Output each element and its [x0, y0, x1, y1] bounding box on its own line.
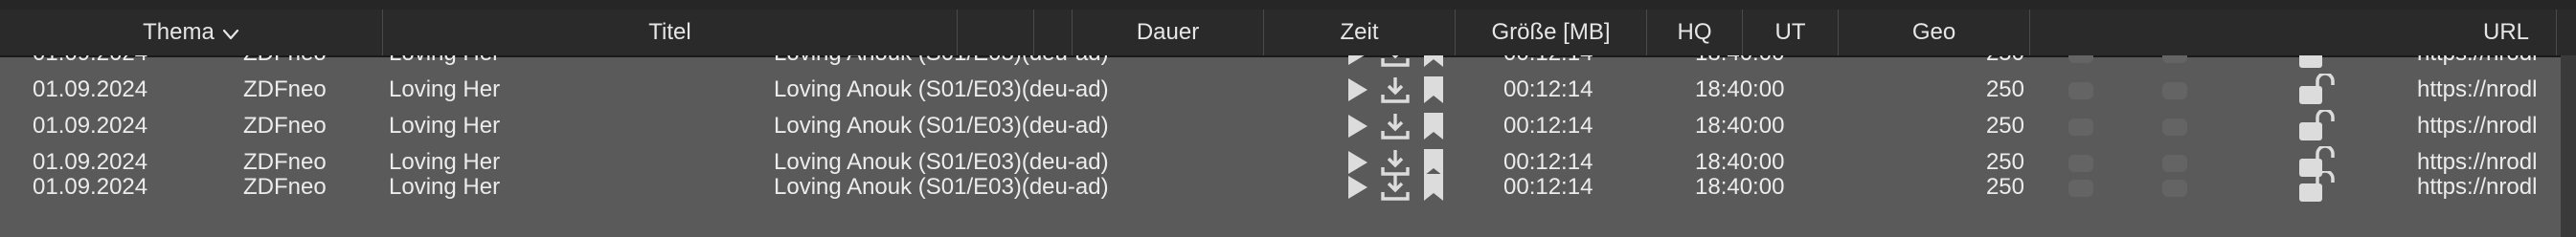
date-cell: 01.09.2024 [33, 174, 148, 200]
row-action-icons [1345, 172, 1453, 203]
titel-cell: Loving Anouk (S01/E03)(deu-ad) [774, 174, 1109, 200]
column-header-groesse-label: Größe [MB] [1491, 19, 1611, 45]
sender-cell: ZDFneo [243, 174, 327, 200]
sender-cell: ZDFneo [243, 113, 327, 139]
column-header-groesse[interactable]: Größe [MB] [1456, 10, 1647, 55]
thema-cell: Loving Her [389, 76, 501, 102]
lock-open-icon[interactable] [2296, 110, 2339, 142]
row-action-icons [1345, 55, 1453, 69]
play-icon[interactable] [1345, 75, 1370, 105]
bookmark-icon[interactable] [1422, 111, 1445, 141]
download-icon[interactable] [1380, 55, 1411, 69]
chevron-down-icon[interactable] [222, 11, 239, 55]
vertical-scrollbar[interactable] [2561, 55, 2576, 237]
hq-indicator [2068, 180, 2093, 197]
ut-indicator [2162, 82, 2187, 99]
sender-cell: ZDFneo [243, 76, 327, 102]
play-icon[interactable] [1345, 172, 1370, 203]
url-cell[interactable]: https://nrodl [2417, 71, 2537, 109]
hq-indicator [2068, 55, 2093, 63]
column-header-dauer-label: Dauer [1136, 19, 1200, 45]
column-header-dauer[interactable]: Dauer [1073, 10, 1264, 55]
zeit-cell: 18:40:00 [1695, 174, 1785, 200]
zeit-cell: 18:40:00 [1695, 76, 1785, 102]
ut-indicator [2162, 118, 2187, 136]
column-header-hq[interactable]: HQ [1647, 10, 1743, 55]
groesse-cell: 250 [1985, 76, 2024, 102]
url-cell[interactable]: https://nrodl [2417, 168, 2537, 206]
column-header-blank-2[interactable] [1034, 10, 1073, 55]
table-body: 01.09.2024 ZDFneo Loving Her Loving Anou… [0, 55, 2576, 237]
table-row[interactable]: 01.09.2024 ZDFneo Loving Her Loving Anou… [0, 71, 2576, 109]
zeit-cell: 18:40:00 [1695, 113, 1785, 139]
groesse-cell: 250 [1985, 174, 2024, 200]
ut-indicator [2162, 55, 2187, 63]
table-row[interactable]: 01.09.2024 ZDFneo Loving Her Loving Anou… [0, 107, 2576, 145]
column-header-thema-label: Thema [143, 19, 215, 45]
download-icon[interactable] [1380, 172, 1411, 203]
lock-open-icon[interactable] [2296, 74, 2339, 106]
url-cell[interactable]: https://nrodl [2417, 107, 2537, 145]
titel-cell: Loving Anouk (S01/E03)(deu-ad) [774, 113, 1109, 139]
titel-cell: Loving Anouk (S01/E03)(deu-ad) [774, 76, 1109, 102]
table-row[interactable]: 01.09.2024 ZDFneo Loving Her Loving Anou… [0, 168, 2576, 206]
download-icon[interactable] [1380, 111, 1411, 141]
lock-open-icon[interactable] [2296, 55, 2339, 70]
column-header-zeit-label: Zeit [1340, 19, 1379, 45]
play-icon[interactable] [1345, 55, 1370, 69]
bookmark-icon[interactable] [1422, 75, 1445, 105]
bookmark-icon[interactable] [1422, 55, 1445, 69]
hq-indicator [2068, 82, 2093, 99]
table-header: Thema Titel Dauer Zeit Größe [MB] HQ UT … [0, 10, 2576, 57]
column-header-url-label: URL [2482, 19, 2529, 45]
column-header-url[interactable]: URL [2030, 10, 2557, 55]
row-action-icons [1345, 75, 1453, 105]
thema-cell: Loving Her [389, 113, 501, 139]
download-icon[interactable] [1380, 75, 1411, 105]
column-header-ut-label: UT [1774, 19, 1806, 45]
groesse-cell: 250 [1985, 113, 2024, 139]
column-header-geo[interactable]: Geo [1839, 10, 2030, 55]
column-header-blank-1[interactable] [958, 10, 1034, 55]
date-cell: 01.09.2024 [33, 113, 148, 139]
dauer-cell: 00:12:14 [1503, 76, 1593, 102]
column-header-thema[interactable]: Thema [0, 10, 383, 55]
play-icon[interactable] [1345, 111, 1370, 141]
bookmark-icon[interactable] [1422, 172, 1445, 203]
row-action-icons [1345, 111, 1453, 141]
column-header-geo-label: Geo [1911, 19, 1956, 45]
column-header-hq-label: HQ [1677, 19, 1712, 45]
lock-open-icon[interactable] [2296, 171, 2339, 204]
hq-indicator [2068, 118, 2093, 136]
window-top-band [0, 0, 2576, 10]
dauer-cell: 00:12:14 [1503, 174, 1593, 200]
column-header-zeit[interactable]: Zeit [1264, 10, 1456, 55]
ut-indicator [2162, 180, 2187, 197]
column-header-titel[interactable]: Titel [383, 10, 958, 55]
column-header-titel-label: Titel [648, 19, 691, 45]
column-header-ut[interactable]: UT [1743, 10, 1839, 55]
date-cell: 01.09.2024 [33, 76, 148, 102]
dauer-cell: 00:12:14 [1503, 113, 1593, 139]
thema-cell: Loving Her [389, 174, 501, 200]
